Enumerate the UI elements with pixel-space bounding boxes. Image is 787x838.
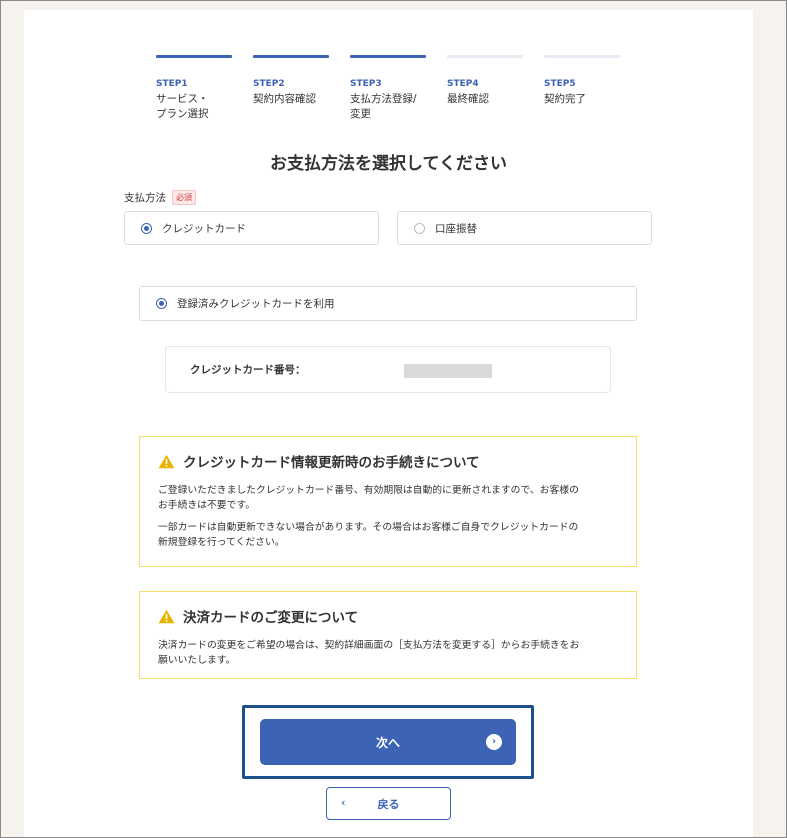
card-number-label: クレジットカード番号： <box>190 364 306 376</box>
next-button[interactable]: 次へ › <box>260 719 516 765</box>
main-card: STEP1 サービス・ プラン選択 STEP2 契約内容確認 STEP3 支払方… <box>24 10 753 838</box>
step-5-label: 契約完了 <box>544 93 586 105</box>
warning-icon <box>158 609 175 623</box>
step-4-label: 最終確認 <box>447 93 489 105</box>
payment-option-bank-transfer[interactable]: 口座振替 <box>397 211 652 245</box>
step-2-label: 契約内容確認 <box>253 93 316 105</box>
notice-card-update-text-2: 一部カードは自動更新できない場合があります。その場合はお客様ご自身でクレジットカ… <box>158 522 579 548</box>
warning-icon <box>158 454 175 468</box>
bank-transfer-option-label: 口座振替 <box>435 222 477 235</box>
payment-option-credit-card[interactable]: クレジットカード <box>124 211 379 245</box>
registered-card-radio[interactable] <box>156 298 167 309</box>
step-5-number: STEP5 <box>544 79 576 89</box>
registered-card-option[interactable]: 登録済みクレジットカードを利用 <box>139 286 637 321</box>
credit-card-option-label: クレジットカード <box>162 222 246 235</box>
step-1-number: STEP1 <box>156 79 188 89</box>
step-3-number: STEP3 <box>350 79 382 89</box>
back-button-label: 戻る <box>377 797 400 811</box>
notice-card-change-title: 決済カードのご変更について <box>183 610 359 626</box>
notice-card-update-text-1: ご登録いただきましたクレジットカード番号、有効期限は自動的に更新されますので、お… <box>158 485 579 511</box>
payment-method-label: 支払方法 <box>124 192 166 204</box>
step-2-number: STEP2 <box>253 79 285 89</box>
step-2: STEP2 契約内容確認 <box>253 55 329 107</box>
card-number-masked-value <box>404 364 492 378</box>
notice-card-change-title-row: 決済カードのご変更について <box>158 606 618 626</box>
chevron-left-icon: ‹ <box>341 796 346 809</box>
next-button-label: 次へ <box>375 735 400 750</box>
step-1-bar <box>156 55 232 58</box>
step-4-bar <box>447 55 523 58</box>
step-5-bar <box>544 55 620 58</box>
step-2-bar <box>253 55 329 58</box>
step-1: STEP1 サービス・ プラン選択 <box>156 55 232 122</box>
step-4: STEP4 最終確認 <box>447 55 523 107</box>
step-3-bar <box>350 55 426 58</box>
page-title: お支払方法を選択してください <box>270 154 507 174</box>
step-4-number: STEP4 <box>447 79 479 89</box>
credit-card-radio[interactable] <box>141 222 152 234</box>
card-number-box: クレジットカード番号： <box>165 346 611 393</box>
back-button[interactable]: ‹ 戻る <box>326 787 451 820</box>
payment-method-label-row: 支払方法 必須 <box>124 190 196 205</box>
next-button-highlight: 次へ › <box>242 705 534 779</box>
required-badge: 必須 <box>172 190 196 205</box>
notice-card-update-title-row: クレジットカード情報更新時のお手続きについて <box>158 451 618 471</box>
notice-card-change: 決済カードのご変更について 決済カードの変更をご希望の場合は、契約詳細画面の［支… <box>139 591 637 679</box>
arrow-right-circle-icon: › <box>486 734 502 750</box>
bank-transfer-radio[interactable] <box>414 222 425 234</box>
registered-card-option-label: 登録済みクレジットカードを利用 <box>177 298 335 310</box>
step-3-label: 支払方法登録/ 変更 <box>350 93 417 120</box>
notice-card-change-text: 決済カードの変更をご希望の場合は、契約詳細画面の［支払方法を変更する］からお手続… <box>158 640 580 666</box>
notice-card-update-title: クレジットカード情報更新時のお手続きについて <box>183 455 480 471</box>
step-1-label: サービス・ プラン選択 <box>156 93 209 120</box>
step-3: STEP3 支払方法登録/ 変更 <box>350 55 426 122</box>
step-5: STEP5 契約完了 <box>544 55 620 107</box>
notice-card-update: クレジットカード情報更新時のお手続きについて ご登録いただきましたクレジットカー… <box>139 436 637 567</box>
